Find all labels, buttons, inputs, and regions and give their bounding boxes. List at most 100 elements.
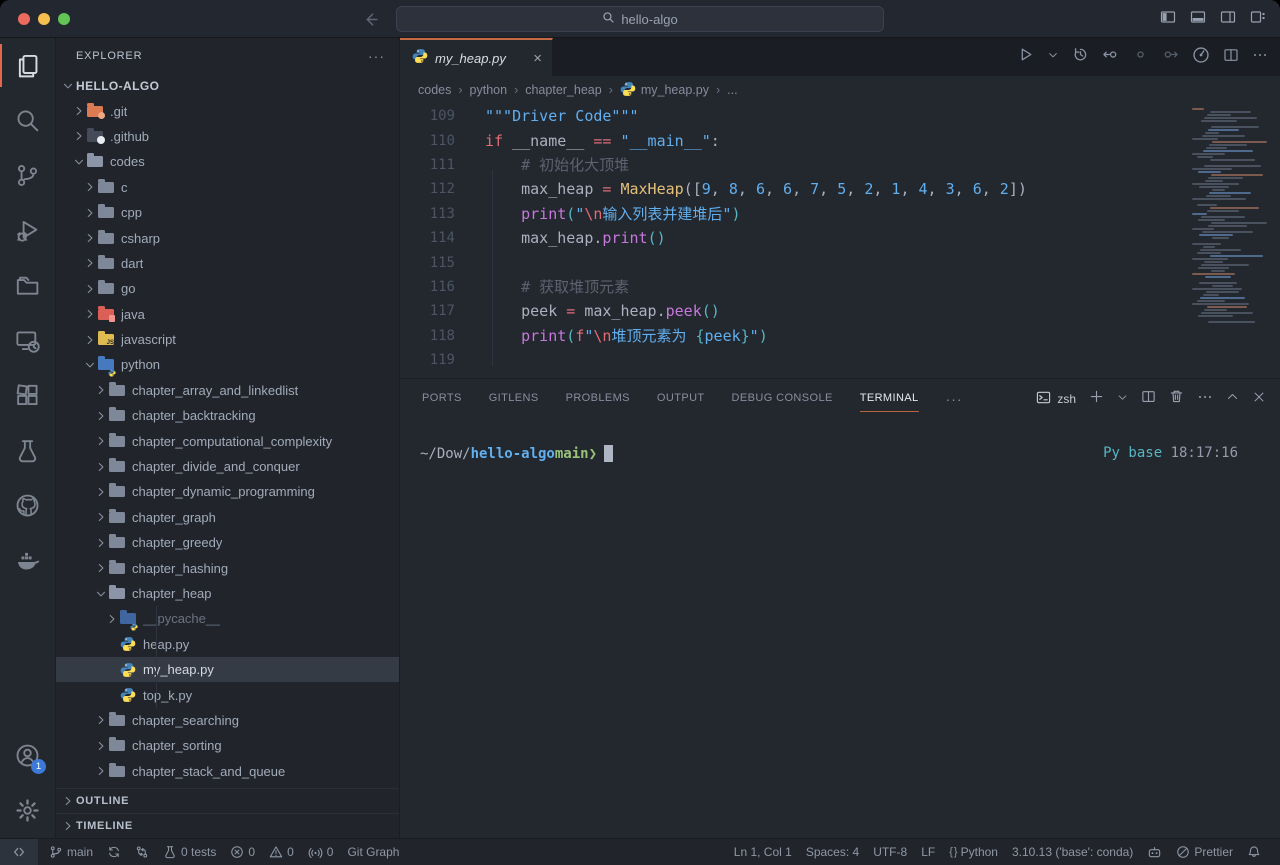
code-line[interactable]: 117 peek = max_heap.peek() — [400, 299, 1280, 323]
code-line[interactable]: 119 — [400, 348, 1280, 372]
prev-change-icon[interactable] — [1102, 46, 1119, 68]
breadcrumb-item-python[interactable]: python — [470, 83, 508, 97]
code-line[interactable]: 109"""Driver Code""" — [400, 104, 1280, 128]
tree-item-dart[interactable]: dart — [56, 251, 399, 276]
activity-search[interactable] — [0, 93, 55, 148]
panel-tab-gitlens[interactable]: GITLENS — [489, 386, 539, 412]
activity-extensions[interactable] — [0, 368, 55, 423]
tree-item-hello-algo[interactable]: HELLO-ALGO — [56, 73, 399, 98]
tree-item-top-k-py[interactable]: top_k.py — [56, 682, 399, 707]
activity-file-folder[interactable] — [0, 258, 55, 313]
next-change-icon[interactable] — [1162, 46, 1179, 68]
tree-item-chapter-hashing[interactable]: chapter_hashing — [56, 555, 399, 580]
change-icon[interactable] — [1132, 46, 1149, 68]
more-actions-icon[interactable] — [1197, 389, 1213, 410]
tree-item-github[interactable]: .github — [56, 124, 399, 149]
code-line[interactable]: 116 # 获取堆顶元素 — [400, 275, 1280, 299]
kill-terminal-icon[interactable] — [1169, 389, 1184, 409]
section-outline[interactable]: OUTLINE — [56, 788, 399, 813]
split-terminal-icon[interactable] — [1141, 389, 1156, 409]
code-line[interactable]: 114 max_heap.print() — [400, 226, 1280, 250]
tree-item-pycache[interactable]: __pycache__ — [56, 606, 399, 631]
explorer-more-actions[interactable]: ··· — [368, 48, 385, 64]
activity-run-debug[interactable] — [0, 203, 55, 258]
tree-item-chapter-array-and-linkedlist[interactable]: chapter_array_and_linkedlist — [56, 378, 399, 403]
statusbar-language-mode[interactable]: { }Python — [942, 839, 1005, 865]
tree-item-chapter-dynamic-programming[interactable]: chapter_dynamic_programming — [56, 479, 399, 504]
zoom-window-button[interactable] — [58, 13, 70, 25]
code-line[interactable]: 118 print(f"\n堆顶元素为 {peek}") — [400, 324, 1280, 348]
activity-remote-explorer[interactable] — [0, 313, 55, 368]
tree-item-c[interactable]: c — [56, 175, 399, 200]
statusbar-port-forward[interactable]: 0 — [301, 839, 341, 865]
tree-item-chapter-searching[interactable]: chapter_searching — [56, 708, 399, 733]
panel-tab-problems[interactable]: PROBLEMS — [566, 386, 630, 412]
close-panel-icon[interactable] — [1252, 390, 1266, 409]
statusbar-notifications[interactable] — [1240, 839, 1268, 865]
tree-item-chapter-graph[interactable]: chapter_graph — [56, 505, 399, 530]
code-line[interactable]: 111 # 初始化大顶堆 — [400, 153, 1280, 177]
statusbar-test-status[interactable]: 0 tests — [156, 839, 223, 865]
code-line[interactable]: 113 print("\n输入列表并建堆后") — [400, 202, 1280, 226]
close-tab-icon[interactable]: × — [533, 51, 542, 66]
code-line[interactable]: 115 — [400, 250, 1280, 274]
tree-item-git[interactable]: .git — [56, 98, 399, 123]
tree-item-javascript[interactable]: JSjavascript — [56, 327, 399, 352]
activity-account[interactable]: 1 — [0, 728, 55, 783]
tree-item-cpp[interactable]: cpp — [56, 200, 399, 225]
tree-item-java[interactable]: java — [56, 302, 399, 327]
statusbar-git-graph[interactable]: Git Graph — [340, 839, 406, 865]
editor-tab-my-heap-py[interactable]: my_heap.py × — [400, 38, 553, 76]
layout-sidebar-left-icon[interactable] — [1160, 9, 1176, 30]
tree-item-chapter-computational-complexity[interactable]: chapter_computational_complexity — [56, 428, 399, 453]
statusbar-prettier[interactable]: Prettier — [1169, 839, 1240, 865]
minimize-window-button[interactable] — [38, 13, 50, 25]
code-line[interactable]: 112 max_heap = MaxHeap([9, 8, 6, 6, 7, 5… — [400, 177, 1280, 201]
tree-item-chapter-divide-and-conquer[interactable]: chapter_divide_and_conquer — [56, 454, 399, 479]
tree-item-python[interactable]: python — [56, 352, 399, 377]
panel-tab-ports[interactable]: PORTS — [422, 386, 462, 412]
statusbar-warning-count[interactable]: 0 — [262, 839, 301, 865]
launch-profile-dropdown-icon[interactable] — [1117, 390, 1128, 408]
layout-panel-bottom-icon[interactable] — [1190, 9, 1206, 30]
run-icon[interactable] — [1017, 46, 1034, 68]
activity-settings[interactable] — [0, 783, 55, 838]
close-window-button[interactable] — [18, 13, 30, 25]
layout-customize-icon[interactable] — [1250, 9, 1266, 30]
section-timeline[interactable]: TIMELINE — [56, 813, 399, 838]
layout-sidebar-right-icon[interactable] — [1220, 9, 1236, 30]
activity-source-control[interactable] — [0, 148, 55, 203]
tree-item-chapter-greedy[interactable]: chapter_greedy — [56, 530, 399, 555]
activity-explorer[interactable] — [0, 38, 55, 93]
new-terminal-icon[interactable] — [1089, 389, 1104, 409]
breadcrumb-item-my-heap-py[interactable]: my_heap.py — [620, 81, 709, 100]
code-editor[interactable]: 109"""Driver Code"""110if __name__ == "_… — [400, 104, 1280, 378]
breadcrumb-item-codes[interactable]: codes — [418, 83, 451, 97]
panel-more-tabs[interactable]: ··· — [946, 391, 963, 407]
statusbar-git-branch[interactable]: main — [42, 839, 100, 865]
tree-item-codes[interactable]: codes — [56, 149, 399, 174]
statusbar-error-count[interactable]: 0 — [223, 839, 262, 865]
tree-item-csharp[interactable]: csharp — [56, 225, 399, 250]
minimap[interactable] — [1192, 108, 1270, 324]
terminal-shell-label[interactable]: zsh — [1036, 390, 1076, 408]
statusbar-eol[interactable]: LF — [914, 839, 942, 865]
gitlens-graph-icon[interactable] — [1192, 46, 1210, 69]
statusbar-copilot[interactable] — [1140, 839, 1169, 865]
file-history-icon[interactable] — [1072, 46, 1089, 68]
statusbar-encoding[interactable]: UTF-8 — [866, 839, 914, 865]
tree-item-chapter-stack-and-queue[interactable]: chapter_stack_and_queue — [56, 759, 399, 784]
navigate-back-icon[interactable] — [362, 11, 379, 28]
tree-item-my-heap-py[interactable]: my_heap.py — [56, 657, 399, 682]
tree-item-chapter-heap[interactable]: chapter_heap — [56, 581, 399, 606]
activity-testing[interactable] — [0, 423, 55, 478]
code-line[interactable]: 110if __name__ == "__main__": — [400, 128, 1280, 152]
tree-item-chapter-sorting[interactable]: chapter_sorting — [56, 733, 399, 758]
activity-docker[interactable] — [0, 533, 55, 588]
panel-tab-terminal[interactable]: TERMINAL — [860, 386, 919, 412]
tree-item-chapter-backtracking[interactable]: chapter_backtracking — [56, 403, 399, 428]
statusbar-remote-indicator[interactable] — [0, 839, 38, 865]
breadcrumb-item-chapter-heap[interactable]: chapter_heap — [525, 83, 601, 97]
tree-item-go[interactable]: go — [56, 276, 399, 301]
run-dropdown-icon[interactable] — [1047, 48, 1059, 66]
